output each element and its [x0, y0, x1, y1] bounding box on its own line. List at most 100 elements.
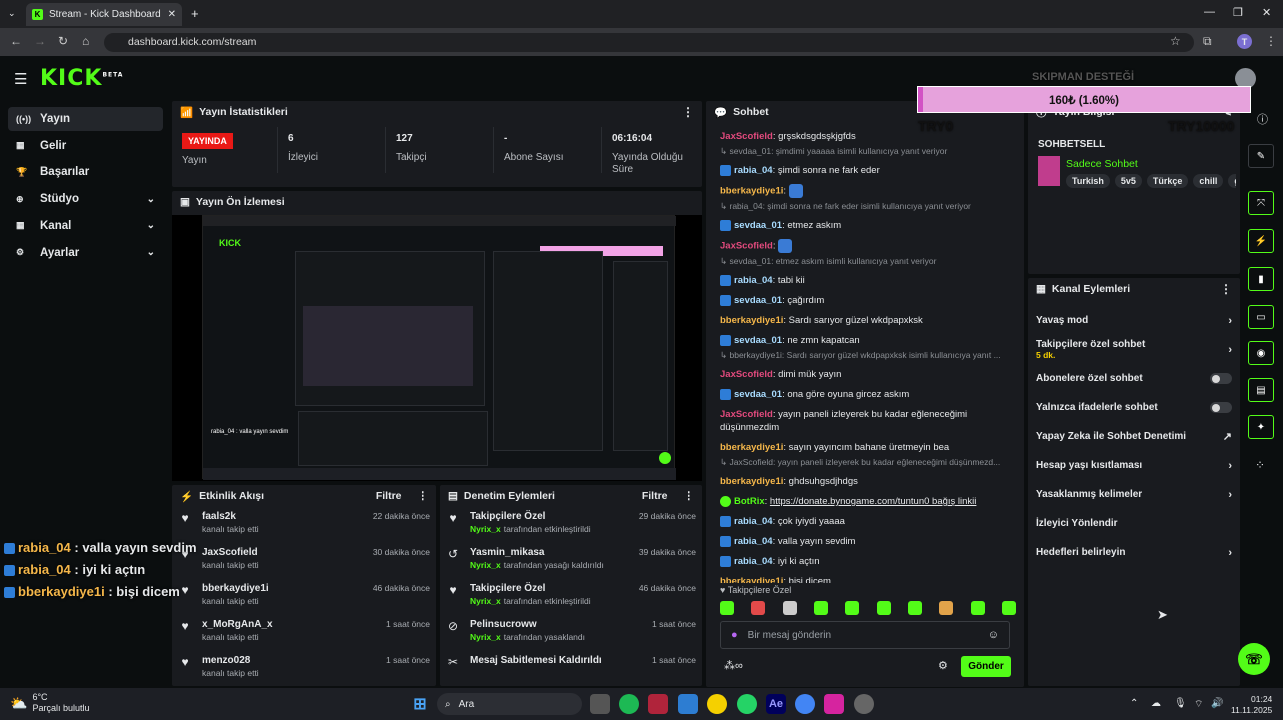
- taskbar-search[interactable]: ⌕ Ara: [437, 693, 582, 715]
- new-tab-icon[interactable]: +: [191, 6, 199, 21]
- minimize-icon[interactable]: —: [1204, 6, 1215, 18]
- mic-icon[interactable]: ●: [731, 629, 738, 641]
- kick-logo[interactable]: KICKBETA: [40, 66, 123, 91]
- emote-icon[interactable]: [939, 601, 954, 615]
- chat-message[interactable]: JaxScofield:: [706, 239, 1024, 253]
- channel-action-row[interactable]: İzleyici Yönlendir: [1028, 509, 1240, 538]
- sidebar-item-2[interactable]: 🏆 Başarılar: [8, 160, 163, 184]
- mic-tray-icon[interactable]: 🎙: [1174, 698, 1187, 709]
- extensions-icon[interactable]: ⧉: [1203, 34, 1212, 49]
- chat-message[interactable]: rabia_04: tabi kii: [706, 274, 1024, 287]
- chat-username[interactable]: JaxScofield: [720, 369, 773, 380]
- chat-username[interactable]: bberkaydiye1i: [720, 476, 783, 487]
- stream-tag[interactable]: 5v5: [1114, 174, 1142, 188]
- toggle-switch[interactable]: [1210, 373, 1232, 384]
- layout-icon[interactable]: ▤: [1248, 378, 1274, 402]
- chat-username[interactable]: BotRix: [734, 496, 765, 507]
- settings-gear-icon[interactable]: ⚙: [938, 659, 948, 672]
- emote-icon[interactable]: [970, 601, 985, 615]
- emote-icon[interactable]: [876, 601, 891, 615]
- chat-username[interactable]: JaxScofield: [720, 131, 773, 142]
- app-icon[interactable]: [648, 694, 668, 714]
- chat-username[interactable]: bberkaydiye1i: [720, 315, 783, 326]
- chat-message[interactable]: bberkaydiye1i: sayın yayıncım bahane üre…: [706, 441, 1024, 454]
- chat-username[interactable]: sevdaa_01: [734, 389, 782, 400]
- edit-pen-icon[interactable]: ✎: [1248, 144, 1274, 168]
- event-user[interactable]: x_MoRgAnA_x: [202, 619, 273, 630]
- url-input[interactable]: dashboard.kick.com/stream: [104, 33, 1194, 52]
- chat-message[interactable]: JaxScofield: dimi mük yayın: [706, 368, 1024, 381]
- emote-icon[interactable]: [720, 601, 734, 615]
- snapchat-icon[interactable]: [707, 694, 727, 714]
- browser-tab[interactable]: K Stream - Kick Dashboard ✕: [26, 3, 182, 26]
- sidebar-item-1[interactable]: ▦ Gelir: [8, 134, 163, 158]
- chat-message[interactable]: bberkaydiye1i: ghdsuhgsdjhdgs: [706, 475, 1024, 488]
- send-button[interactable]: Gönder: [961, 656, 1011, 677]
- moderator-name[interactable]: Nyrix_x: [470, 524, 501, 534]
- wifi-icon[interactable]: ⌔: [1194, 698, 1203, 711]
- chat-message[interactable]: BotRix: https://donate.bynogame.com/tunt…: [706, 495, 1024, 508]
- emote-icon[interactable]: [751, 601, 766, 615]
- event-user[interactable]: faals2k: [202, 511, 259, 522]
- flash-icon[interactable]: ⚡: [1248, 229, 1274, 253]
- infinity-icon[interactable]: ⁂∞: [724, 659, 743, 672]
- wrench-icon[interactable]: ✦: [1248, 415, 1274, 439]
- broadcast-icon[interactable]: ◉: [1248, 341, 1274, 365]
- home-icon[interactable]: ⌂: [82, 34, 89, 48]
- support-icon[interactable]: ☏: [1238, 643, 1270, 675]
- event-user[interactable]: bberkaydiye1i: [202, 583, 269, 594]
- chat-message[interactable]: rabia_04: şimdi sonra ne fark eder: [706, 164, 1024, 177]
- info-circle-icon[interactable]: ⓘ: [1257, 111, 1268, 127]
- app-icon[interactable]: [854, 694, 874, 714]
- raid-icon[interactable]: ⤧: [1248, 191, 1274, 215]
- chat-message[interactable]: rabia_04: çok iyiydi yaaaa: [706, 515, 1024, 528]
- clock[interactable]: 01:24 11.11.2025: [1231, 694, 1272, 716]
- more-icon[interactable]: ⋮: [684, 490, 695, 502]
- moderation-filter-button[interactable]: Filtre: [642, 490, 668, 502]
- clipboard-icon[interactable]: ▮: [1248, 267, 1274, 291]
- weather-widget[interactable]: ⛅ 6°C Parçalı bulutlu: [10, 692, 89, 714]
- cloud-icon[interactable]: ☁: [1151, 698, 1161, 709]
- maximize-icon[interactable]: ❐: [1233, 6, 1243, 19]
- chat-message[interactable]: bberkaydiye1i: bişi dicem: [706, 575, 1024, 583]
- whatsapp-icon[interactable]: [737, 694, 757, 714]
- chat-message[interactable]: sevdaa_01: çağırdım: [706, 294, 1024, 307]
- more-icon[interactable]: ⋮: [682, 105, 694, 119]
- chat-message[interactable]: rabia_04: iyi ki açtın: [706, 555, 1024, 568]
- chat-username[interactable]: rabia_04: [734, 516, 773, 527]
- chat-username[interactable]: sevdaa_01: [734, 335, 782, 346]
- more-icon[interactable]: ⋮: [1220, 282, 1232, 296]
- bookmark-star-icon[interactable]: ☆: [1170, 34, 1181, 48]
- chat-message[interactable]: bberkaydiye1i: Sardı sarıyor güzel wkdpa…: [706, 314, 1024, 327]
- preview-video[interactable]: KICK rabia_04 : valla yayın sevdim: [172, 215, 702, 481]
- stream-tag[interactable]: Türkçe: [1146, 174, 1189, 188]
- emoji-icon[interactable]: ☺: [988, 629, 999, 641]
- chat-message[interactable]: bberkaydiye1i:: [706, 184, 1024, 198]
- event-user[interactable]: JaxScofield: [202, 547, 259, 558]
- reload-icon[interactable]: ↻: [58, 34, 68, 48]
- stream-tag[interactable]: Turkish: [1066, 174, 1110, 188]
- chat-message[interactable]: JaxScofield: yayın paneli izleyerek bu k…: [706, 408, 1024, 421]
- channel-action-row[interactable]: Abonelere özel sohbet: [1028, 364, 1240, 393]
- moderator-name[interactable]: Nyrix_x: [470, 560, 501, 570]
- moderator-name[interactable]: Nyrix_x: [470, 596, 501, 606]
- chat-message[interactable]: JaxScofield: grşskdsgdsşkjgfds: [706, 130, 1024, 143]
- channel-action-row[interactable]: Yalnızca ifadelerle sohbet: [1028, 393, 1240, 422]
- chat-username[interactable]: bberkaydiye1i: [720, 442, 783, 453]
- sidebar-item-3[interactable]: ⊕ Stüdyo ⌄: [8, 187, 163, 211]
- toggle-switch[interactable]: [1210, 402, 1232, 413]
- chat-username[interactable]: rabia_04: [734, 536, 773, 547]
- file-explorer-icon[interactable]: [590, 694, 610, 714]
- more-icon[interactable]: ⋮: [418, 490, 429, 502]
- profile-avatar[interactable]: T: [1237, 34, 1252, 49]
- emote-icon[interactable]: [1001, 601, 1016, 615]
- tray-chevron-icon[interactable]: ⌃: [1130, 698, 1138, 709]
- forward-icon[interactable]: →: [34, 34, 46, 48]
- browser-menu-icon[interactable]: ⋮: [1265, 34, 1277, 48]
- hamburger-menu-icon[interactable]: ☰: [14, 70, 27, 88]
- channel-action-row[interactable]: Takipçilere özel sohbet 5 dk. ›: [1028, 335, 1240, 364]
- windows-start-icon[interactable]: ⊞: [410, 694, 430, 714]
- chat-message[interactable]: sevdaa_01: ona göre oyuna gircez askım: [706, 388, 1024, 401]
- event-user[interactable]: menzo028: [202, 655, 259, 666]
- sidebar-item-0[interactable]: ((•)) Yayın: [8, 107, 163, 131]
